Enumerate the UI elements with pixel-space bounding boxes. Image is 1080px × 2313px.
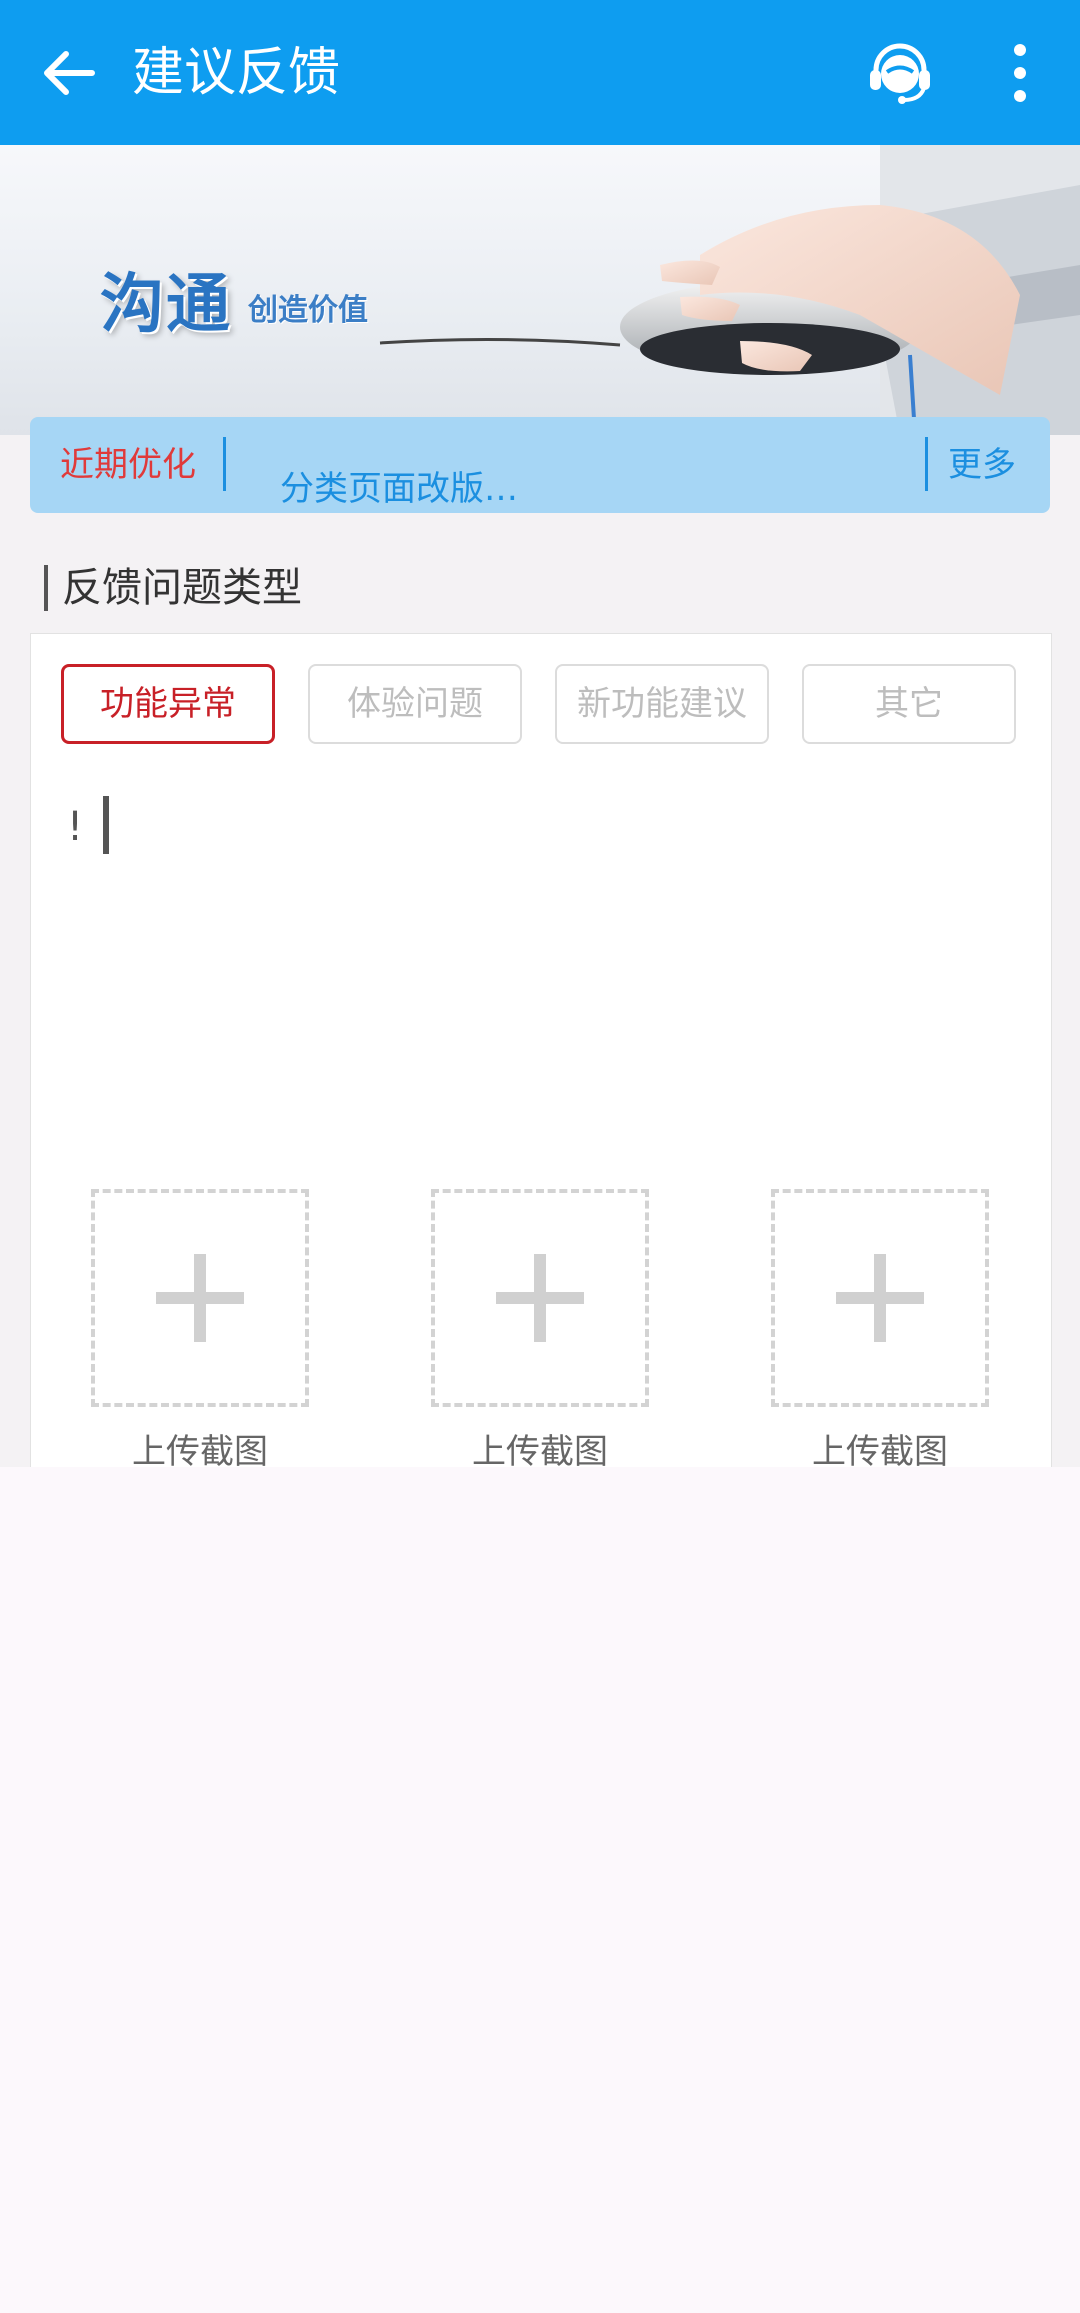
more-vertical-icon[interactable] (1000, 40, 1040, 106)
banner-slogan: 创造价值 (248, 293, 368, 328)
type-button-function-error[interactable]: 功能异常 (61, 664, 275, 744)
upload-screenshot-slot-1[interactable] (91, 1189, 309, 1407)
banner-headline: 沟通 (100, 268, 232, 342)
upload-screenshot-slot-3[interactable] (771, 1189, 989, 1407)
upload-label: 上传截图 (132, 1432, 268, 1467)
recent-updates-label: 近期优化 (60, 445, 196, 485)
type-button-feature-suggestion[interactable]: 新功能建议 (555, 664, 769, 744)
plus-icon (836, 1254, 924, 1342)
divider (925, 437, 928, 491)
plus-icon (156, 1254, 244, 1342)
feedback-card: 功能异常 体验问题 新功能建议 其它 ! 上传截图 上传截图 上传截图 (30, 633, 1052, 1467)
recent-updates-bar: 近期优化 分类页面改版… 更多 (30, 417, 1050, 513)
text-caret (103, 796, 109, 854)
banner[interactable]: 沟通 创造价值 (0, 145, 1080, 435)
app-bar: 建议反馈 (0, 0, 1080, 145)
page-title: 建议反馈 (132, 43, 341, 103)
customer-service-headset-icon[interactable] (862, 36, 938, 112)
upload-label: 上传截图 (472, 1432, 608, 1467)
upload-label: 上传截图 (812, 1432, 948, 1467)
upload-screenshot-slot-2[interactable] (431, 1189, 649, 1407)
plus-icon (496, 1254, 584, 1342)
type-button-other[interactable]: 其它 (802, 664, 1016, 744)
content-area: 沟通 创造价值 近期优化 分类页面改版… 更多 反馈问题类型 功能异常 体验问题… (0, 145, 1080, 1467)
feedback-text-input[interactable]: ! (67, 804, 83, 850)
section-title: 反馈问题类型 (62, 565, 302, 611)
recent-updates-ticker[interactable]: 分类页面改版… (280, 461, 518, 510)
type-button-experience-issue[interactable]: 体验问题 (308, 664, 522, 744)
more-link[interactable]: 更多 (948, 417, 1016, 513)
arrow-left-icon[interactable] (34, 38, 104, 108)
section-marker (44, 565, 48, 611)
divider (223, 437, 226, 491)
